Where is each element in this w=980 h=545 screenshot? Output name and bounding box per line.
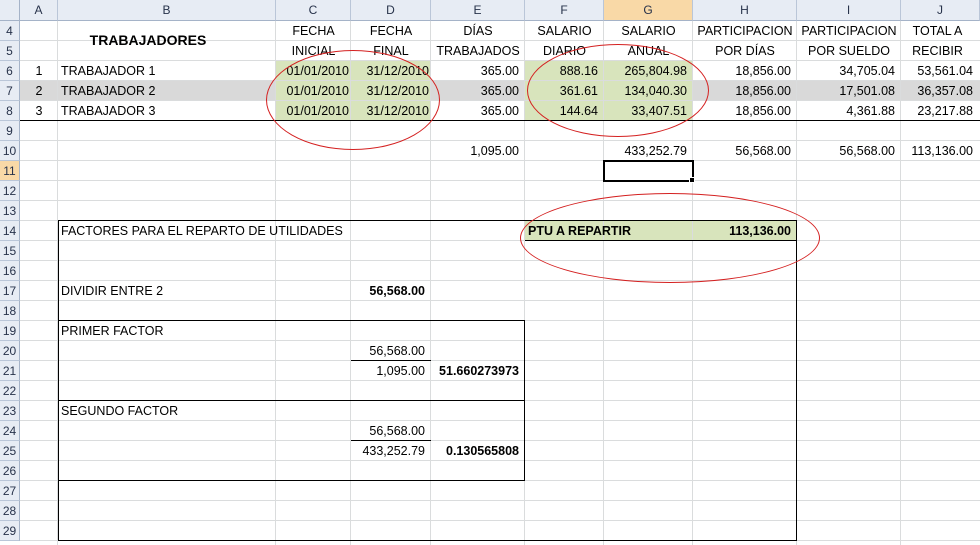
row-header-23[interactable]: 23 [0, 401, 20, 421]
total-cell[interactable]: 36,357.08 [901, 81, 973, 101]
row-header-20[interactable]: 20 [0, 341, 20, 361]
segundo-box-bottom [58, 480, 525, 481]
segundo-factor-numerator[interactable]: 56,568.00 [351, 421, 425, 441]
part-dias-header-line1: PARTICIPACION [697, 24, 793, 38]
total-part-dias[interactable]: 56,568.00 [693, 141, 791, 161]
primer-factor-label: PRIMER FACTOR [61, 324, 164, 338]
column-header-a[interactable]: A [20, 0, 58, 21]
salario-diario-header-line1: SALARIO [537, 24, 592, 38]
row-header-12[interactable]: 12 [0, 181, 20, 201]
total-header-line2: RECIBIR [912, 44, 963, 58]
row-header-29[interactable]: 29 [0, 521, 20, 541]
dias-cell[interactable]: 365.00 [431, 61, 519, 81]
row-header-26[interactable]: 26 [0, 461, 20, 481]
total-header-line1: TOTAL A [912, 24, 963, 38]
total-salario-anual[interactable]: 433,252.79 [604, 141, 687, 161]
factores-bottom-border [58, 540, 797, 541]
worker-num[interactable]: 2 [20, 81, 58, 101]
row-header-25[interactable]: 25 [0, 441, 20, 461]
worker-num[interactable]: 3 [20, 101, 58, 121]
row-header-9[interactable]: 9 [0, 121, 20, 141]
segundo-factor-result[interactable]: 0.130565808 [431, 441, 519, 461]
column-header-i[interactable]: I [797, 0, 901, 21]
row-header-4[interactable]: 4 [0, 21, 20, 41]
row-header-27[interactable]: 27 [0, 481, 20, 501]
row-header-14[interactable]: 14 [0, 221, 20, 241]
row-header-19[interactable]: 19 [0, 321, 20, 341]
column-header-b[interactable]: B [58, 0, 276, 21]
row-header-17[interactable]: 17 [0, 281, 20, 301]
gridline [20, 260, 980, 261]
dias-header-line1: DÍAS [463, 24, 493, 38]
part-sueldo-cell[interactable]: 34,705.04 [797, 61, 895, 81]
worker-name[interactable]: TRABAJADOR 2 [61, 81, 271, 101]
fecha-final-header-line1: FECHA [369, 24, 413, 38]
row-header-16[interactable]: 16 [0, 261, 20, 281]
row-header-7[interactable]: 7 [0, 81, 20, 101]
row-header-13[interactable]: 13 [0, 201, 20, 221]
factores-left-border [58, 220, 59, 541]
dividir-label: DIVIDIR ENTRE 2 [61, 284, 164, 298]
row-header-22[interactable]: 22 [0, 381, 20, 401]
row-header-8[interactable]: 8 [0, 101, 20, 121]
primer-factor-numerator[interactable]: 56,568.00 [351, 341, 425, 361]
part-sueldo-header-line2: POR SUELDO [808, 44, 890, 58]
dias-cell[interactable]: 365.00 [431, 81, 519, 101]
gridline [20, 200, 980, 201]
part-dias-cell[interactable]: 18,856.00 [693, 61, 791, 81]
gridline [20, 500, 980, 501]
worker-name[interactable]: TRABAJADOR 3 [61, 101, 271, 121]
gridline [20, 180, 980, 181]
trabajadores-header: TRABAJADORES [89, 32, 207, 48]
total-part-sueldo[interactable]: 56,568.00 [797, 141, 895, 161]
column-header-f[interactable]: F [525, 0, 604, 21]
select-all-corner[interactable] [0, 0, 20, 21]
row-header-6[interactable]: 6 [0, 61, 20, 81]
factores-title: FACTORES PARA EL REPARTO DE UTILIDADES [61, 224, 343, 238]
segundo-factor-label: SEGUNDO FACTOR [61, 404, 179, 418]
column-header-c[interactable]: C [276, 0, 351, 21]
segundo-factor-denominator[interactable]: 433,252.79 [351, 441, 425, 461]
column-header-d[interactable]: D [351, 0, 431, 21]
gridline [20, 520, 980, 521]
row-header-11[interactable]: 11 [0, 161, 20, 181]
row-header-10[interactable]: 10 [0, 141, 20, 161]
dias-header-line2: TRABAJADOS [436, 44, 520, 58]
part-sueldo-cell[interactable]: 4,361.88 [797, 101, 895, 121]
part-dias-header-line2: POR DÍAS [715, 44, 775, 58]
salario-anual-header-line1: SALARIO [621, 24, 676, 38]
dividir-value[interactable]: 56,568.00 [351, 281, 425, 301]
part-sueldo-cell[interactable]: 17,501.08 [797, 81, 895, 101]
annotation-ellipse-salarios [527, 44, 709, 137]
part-dias-cell[interactable]: 18,856.00 [693, 101, 791, 121]
total-dias[interactable]: 1,095.00 [431, 141, 519, 161]
column-header-e[interactable]: E [431, 0, 525, 21]
row-header-18[interactable]: 18 [0, 301, 20, 321]
fill-handle[interactable] [689, 177, 695, 183]
fecha-inicial-header-line1: FECHA [292, 24, 335, 38]
annotation-ellipse-ptu [520, 193, 820, 283]
row-header-15[interactable]: 15 [0, 241, 20, 261]
primer-factor-result[interactable]: 51.660273973 [431, 361, 519, 381]
total-cell[interactable]: 53,561.04 [901, 61, 973, 81]
factores-right-border [796, 220, 797, 541]
active-cell-selection[interactable] [603, 160, 694, 182]
primer-factor-denominator[interactable]: 1,095.00 [351, 361, 425, 381]
column-header-g[interactable]: G [604, 0, 693, 21]
row-header-5[interactable]: 5 [0, 41, 20, 61]
column-header-h[interactable]: H [693, 0, 797, 21]
row-header-21[interactable]: 21 [0, 361, 20, 381]
part-sueldo-header-line1: PARTICIPACION [801, 24, 897, 38]
column-header-j[interactable]: J [901, 0, 980, 21]
dias-cell[interactable]: 365.00 [431, 101, 519, 121]
row-header-28[interactable]: 28 [0, 501, 20, 521]
worker-num[interactable]: 1 [20, 61, 58, 81]
worker-name[interactable]: TRABAJADOR 1 [61, 61, 271, 81]
total-cell[interactable]: 23,217.88 [901, 101, 973, 121]
total-a-recibir[interactable]: 113,136.00 [901, 141, 973, 161]
annotation-ellipse-fechas [266, 50, 440, 150]
row-header-24[interactable]: 24 [0, 421, 20, 441]
